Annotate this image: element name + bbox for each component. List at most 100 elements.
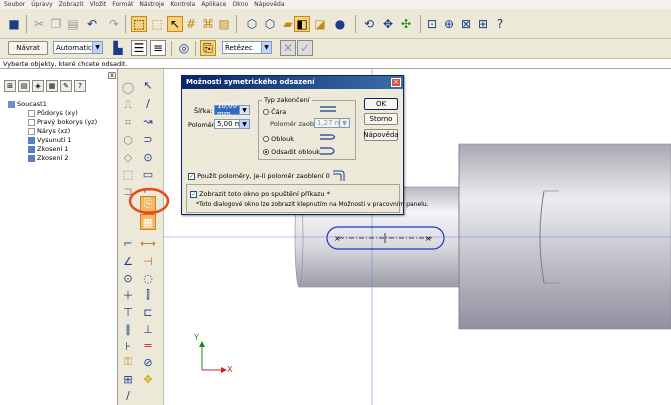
fit-icon[interactable]: ⊠	[458, 16, 474, 32]
menu-vlozit[interactable]: Vložit	[90, 1, 107, 8]
tree-item-pudorys[interactable]: Půdorys (xy)	[28, 109, 78, 117]
equal-icon[interactable]: =	[140, 337, 156, 353]
lock-icon[interactable]: ⊦	[120, 338, 136, 354]
menu-upravy[interactable]: Úpravy	[31, 1, 52, 8]
menu-aplikace[interactable]: Aplikace	[201, 1, 226, 8]
pattern-tool-icon[interactable]: ⌗	[120, 115, 136, 131]
relations-icon[interactable]: ▨	[216, 16, 232, 32]
zoom-window-icon[interactable]: ⊡	[424, 16, 440, 32]
spin-icon[interactable]: ✣	[398, 16, 414, 32]
save-icon[interactable]: ■	[6, 16, 22, 32]
trim-tool-icon[interactable]: ⬚	[120, 166, 136, 182]
parallel-icon[interactable]: ∥	[120, 321, 136, 337]
cancel-step-icon[interactable]: ✕	[280, 40, 296, 56]
arc-tool-icon[interactable]: ⊃	[140, 131, 156, 147]
circle-tool-icon[interactable]: ◯	[120, 79, 136, 95]
grid-icon[interactable]: #	[183, 16, 199, 32]
view-top-icon[interactable]: ⬡	[244, 16, 260, 32]
close-icon[interactable]: x	[108, 72, 116, 79]
storno-button[interactable]: Storno	[364, 113, 398, 125]
menu-napoveda[interactable]: Nápověda	[254, 1, 284, 8]
dimension-dist-icon[interactable]: ⊣	[140, 253, 156, 269]
zobrazit-checkbox-row[interactable]: ✓ Zobrazit toto okno po spuštění příkazu…	[190, 190, 330, 198]
pointer-tool-icon[interactable]: ↖	[167, 16, 183, 32]
tab-layers-icon[interactable]: ▤	[18, 80, 30, 92]
tree-item-zkoseni1[interactable]: Zkosení 1	[28, 145, 68, 153]
perpendicular-icon[interactable]: ⊥	[140, 321, 156, 337]
radio-odsadit-button[interactable]	[263, 149, 269, 155]
curve-tool-icon[interactable]: ↝	[140, 113, 156, 129]
radio-odsadit[interactable]: Odsadit oblouk	[263, 148, 320, 156]
horizontal-icon[interactable]: ⊤	[120, 304, 136, 320]
menu-format[interactable]: Formát	[112, 1, 133, 8]
pan-view-icon[interactable]: ⊞	[475, 16, 491, 32]
menu-nastroje[interactable]: Nástroje	[139, 1, 164, 8]
undo-icon[interactable]: ↶	[84, 16, 100, 32]
mirror-icon[interactable]: ⊞	[120, 371, 136, 387]
tree-item-vysunuti[interactable]: Vysunutí 1	[28, 136, 71, 144]
circle-center-tool-icon[interactable]: ⊙	[140, 149, 156, 165]
sirka-input[interactable]: 10,00 mm ▼	[214, 102, 250, 118]
dimension-align-icon[interactable]: ⟷	[140, 235, 156, 251]
offset-tool-icon[interactable]: ⎍	[120, 97, 136, 113]
zoom-area-icon[interactable]: ⬚	[149, 16, 165, 32]
chevron-down-icon[interactable]: ▼	[239, 120, 249, 128]
line-style-icon[interactable]: ☰	[131, 40, 147, 56]
concentric-icon[interactable]: ⊏	[140, 304, 156, 320]
copy-icon[interactable]: ❐	[48, 16, 64, 32]
tab-tree-icon[interactable]: ⊞	[4, 80, 16, 92]
chain-combo[interactable]: Řetězec ▼	[222, 41, 272, 54]
pouzit-checkbox-row[interactable]: ✓ Použít poloměry, je-li poloměr zaoblen…	[188, 172, 330, 180]
shaded-icon[interactable]: ◧	[294, 16, 310, 32]
tree-item-zkoseni2[interactable]: Zkosení 2	[28, 154, 68, 162]
radio-cara-button[interactable]	[263, 109, 269, 115]
tree-item-pravy[interactable]: Pravý bokorys (yz)	[28, 118, 97, 126]
select-tool-icon[interactable]: ⬚	[131, 16, 147, 32]
chevron-down-icon[interactable]: ▼	[92, 42, 102, 53]
navrat-button[interactable]: Návrat	[8, 41, 48, 55]
pouzit-checkbox[interactable]: ✓	[188, 172, 195, 180]
tab-properties-icon[interactable]: ✎	[60, 80, 72, 92]
tab-library-icon[interactable]: ▦	[46, 80, 58, 92]
mode-combo[interactable]: Automaticky ▼	[53, 41, 103, 54]
tree-root[interactable]: Soucast1	[8, 100, 47, 108]
redo-icon[interactable]: ↷	[106, 16, 122, 32]
plus-icon[interactable]: ＋	[120, 287, 136, 303]
radio-cara[interactable]: Čára	[263, 108, 286, 116]
polomer-input[interactable]: 5,00 mm ▼	[214, 119, 250, 129]
close-icon[interactable]: ×	[391, 78, 401, 87]
dimension-h-icon[interactable]: ⌐	[120, 235, 136, 251]
chevron-down-icon[interactable]: ▼	[239, 106, 249, 114]
view-front-icon[interactable]: ⬡	[262, 16, 278, 32]
napoveda-button[interactable]: Nápověda	[363, 129, 399, 141]
tab-features-icon[interactable]: ◈	[32, 80, 44, 92]
line-width-icon[interactable]: ≡	[150, 40, 166, 56]
offset-step-icon[interactable]: ⎘	[200, 40, 216, 56]
chevron-down-icon[interactable]: ▼	[261, 42, 271, 53]
menu-kontrola[interactable]: Kontrola	[170, 1, 195, 8]
menu-soubor[interactable]: Soubor	[4, 1, 25, 8]
options-icon[interactable]: ◎	[176, 40, 192, 56]
hex-tool-icon[interactable]: ⬡	[120, 132, 136, 148]
sketch-icon[interactable]: ⌘	[200, 16, 216, 32]
diamond-tool-icon[interactable]: ◇	[120, 149, 136, 165]
tab-help-icon[interactable]: ?	[74, 80, 86, 92]
move-icon[interactable]: ✥	[140, 371, 156, 387]
offset-active-icon[interactable]: ▦	[140, 214, 156, 230]
symmetric-icon[interactable]: ⊘	[140, 354, 156, 370]
line-color-icon[interactable]: ▙	[110, 40, 126, 56]
collinear-icon[interactable]: ⫿	[140, 287, 156, 303]
zobrazit-checkbox[interactable]: ✓	[190, 190, 197, 198]
pan-icon[interactable]: ✥	[380, 16, 396, 32]
fix-icon[interactable]: ⚿	[120, 354, 136, 370]
select-arrow-icon[interactable]: ↖	[140, 77, 156, 93]
paste-icon[interactable]: ▤	[65, 16, 81, 32]
zoom-icon[interactable]: ⊕	[441, 16, 457, 32]
accept-step-icon[interactable]: ✓	[297, 40, 313, 56]
rectangle-tool-icon[interactable]: ▭	[140, 166, 156, 182]
tree-item-narys[interactable]: Nárys (xz)	[28, 127, 70, 135]
render-icon[interactable]: ●	[332, 16, 348, 32]
tangent-icon[interactable]: ◌	[140, 270, 156, 286]
menu-okno[interactable]: Okno	[233, 1, 249, 8]
connect-icon[interactable]: ⊙	[120, 270, 136, 286]
